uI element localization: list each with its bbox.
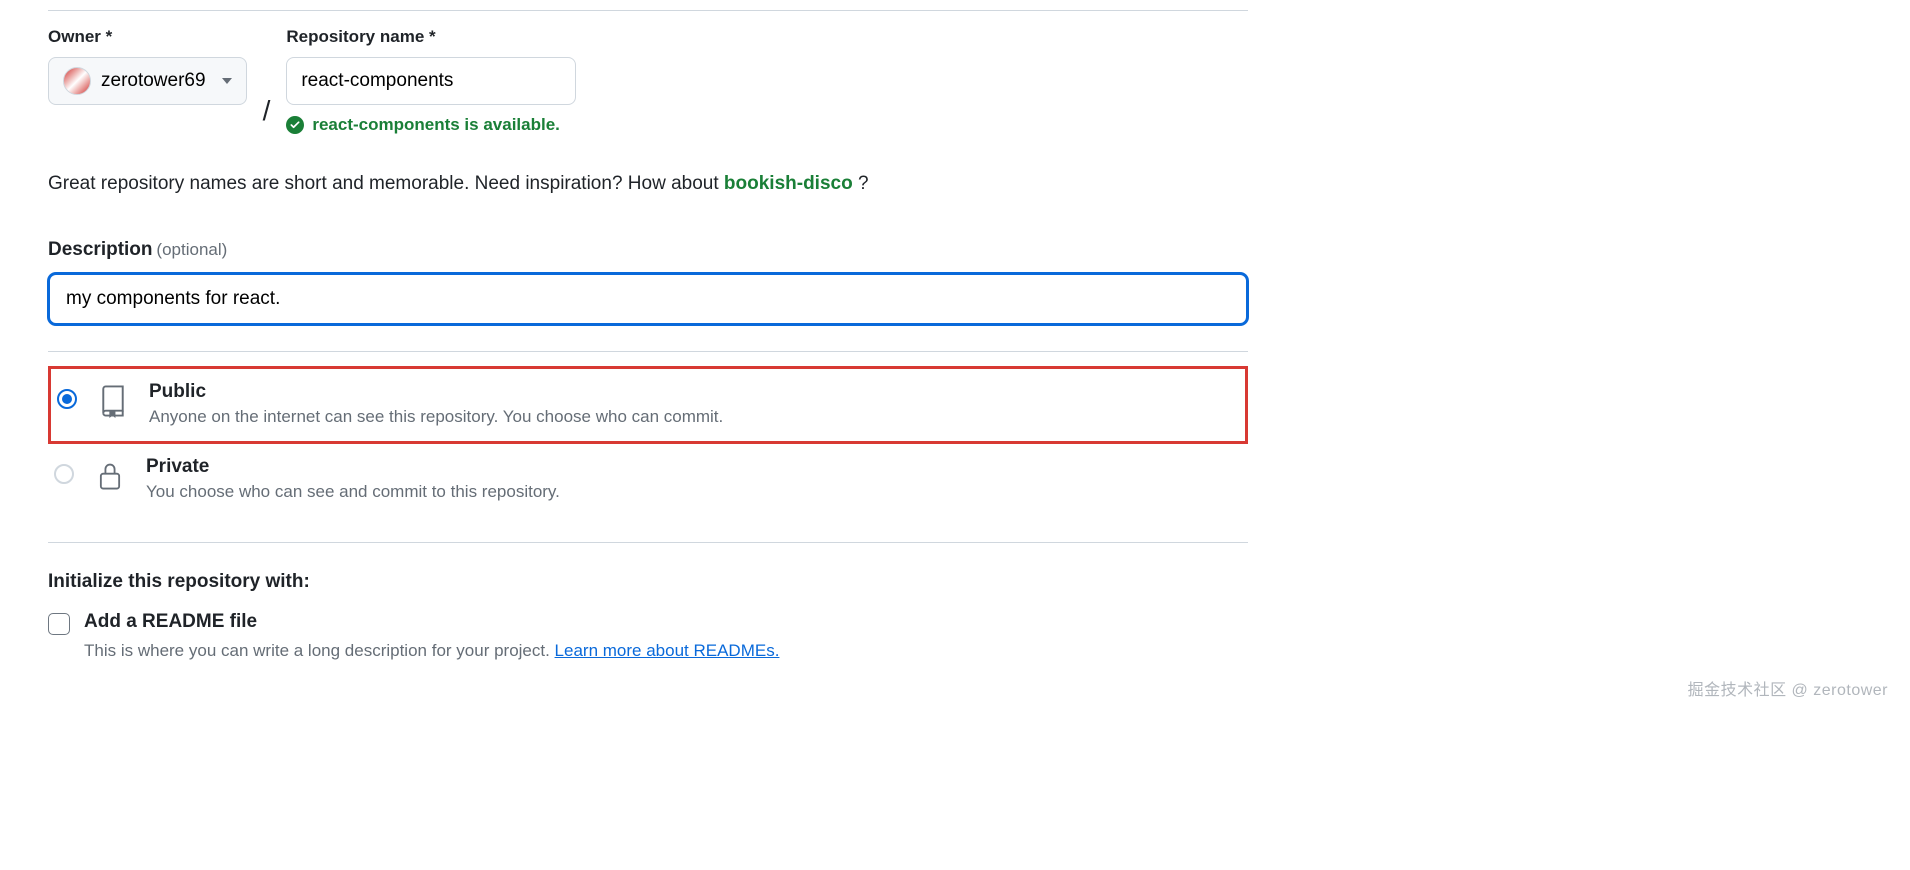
repo-name-input[interactable] (286, 57, 576, 105)
radio-private[interactable] (54, 464, 74, 484)
lock-icon (94, 458, 126, 494)
description-optional: (optional) (156, 240, 227, 259)
visibility-public-title: Public (149, 381, 723, 403)
visibility-option-public[interactable]: Public Anyone on the internet can see th… (48, 366, 1248, 444)
readme-checkbox[interactable] (48, 613, 70, 635)
watermark: 掘金技术社区 @ zerotower (1688, 676, 1888, 700)
initialize-heading: Initialize this repository with: (48, 571, 1248, 593)
top-divider (48, 10, 1248, 11)
owner-repo-separator: / (263, 95, 271, 135)
repo-name-label: Repository name * (286, 27, 576, 47)
readme-desc: This is where you can write a long descr… (84, 641, 1248, 661)
radio-public[interactable] (57, 389, 77, 409)
visibility-public-desc: Anyone on the internet can see this repo… (149, 407, 723, 427)
availability-text: react-components is available. (312, 115, 560, 135)
readme-learn-more-link[interactable]: Learn more about READMEs. (555, 641, 780, 660)
owner-name: zerotower69 (101, 70, 206, 92)
description-label: Description (48, 239, 153, 260)
repo-icon (97, 383, 129, 419)
description-input[interactable] (48, 273, 1248, 325)
owner-select[interactable]: zerotower69 (48, 57, 247, 105)
chevron-down-icon (222, 78, 232, 84)
inspiration-text: Great repository names are short and mem… (48, 173, 1248, 195)
section-divider (48, 351, 1248, 352)
name-suggestion-link[interactable]: bookish-disco (724, 173, 853, 194)
check-circle-icon (286, 116, 304, 134)
visibility-private-desc: You choose who can see and commit to thi… (146, 482, 560, 502)
readme-label: Add a README file (84, 611, 257, 633)
owner-avatar-icon (63, 67, 91, 95)
owner-label: Owner * (48, 27, 247, 47)
visibility-option-private[interactable]: Private You choose who can see and commi… (48, 444, 1248, 516)
visibility-private-title: Private (146, 456, 560, 478)
section-divider-2 (48, 542, 1248, 543)
